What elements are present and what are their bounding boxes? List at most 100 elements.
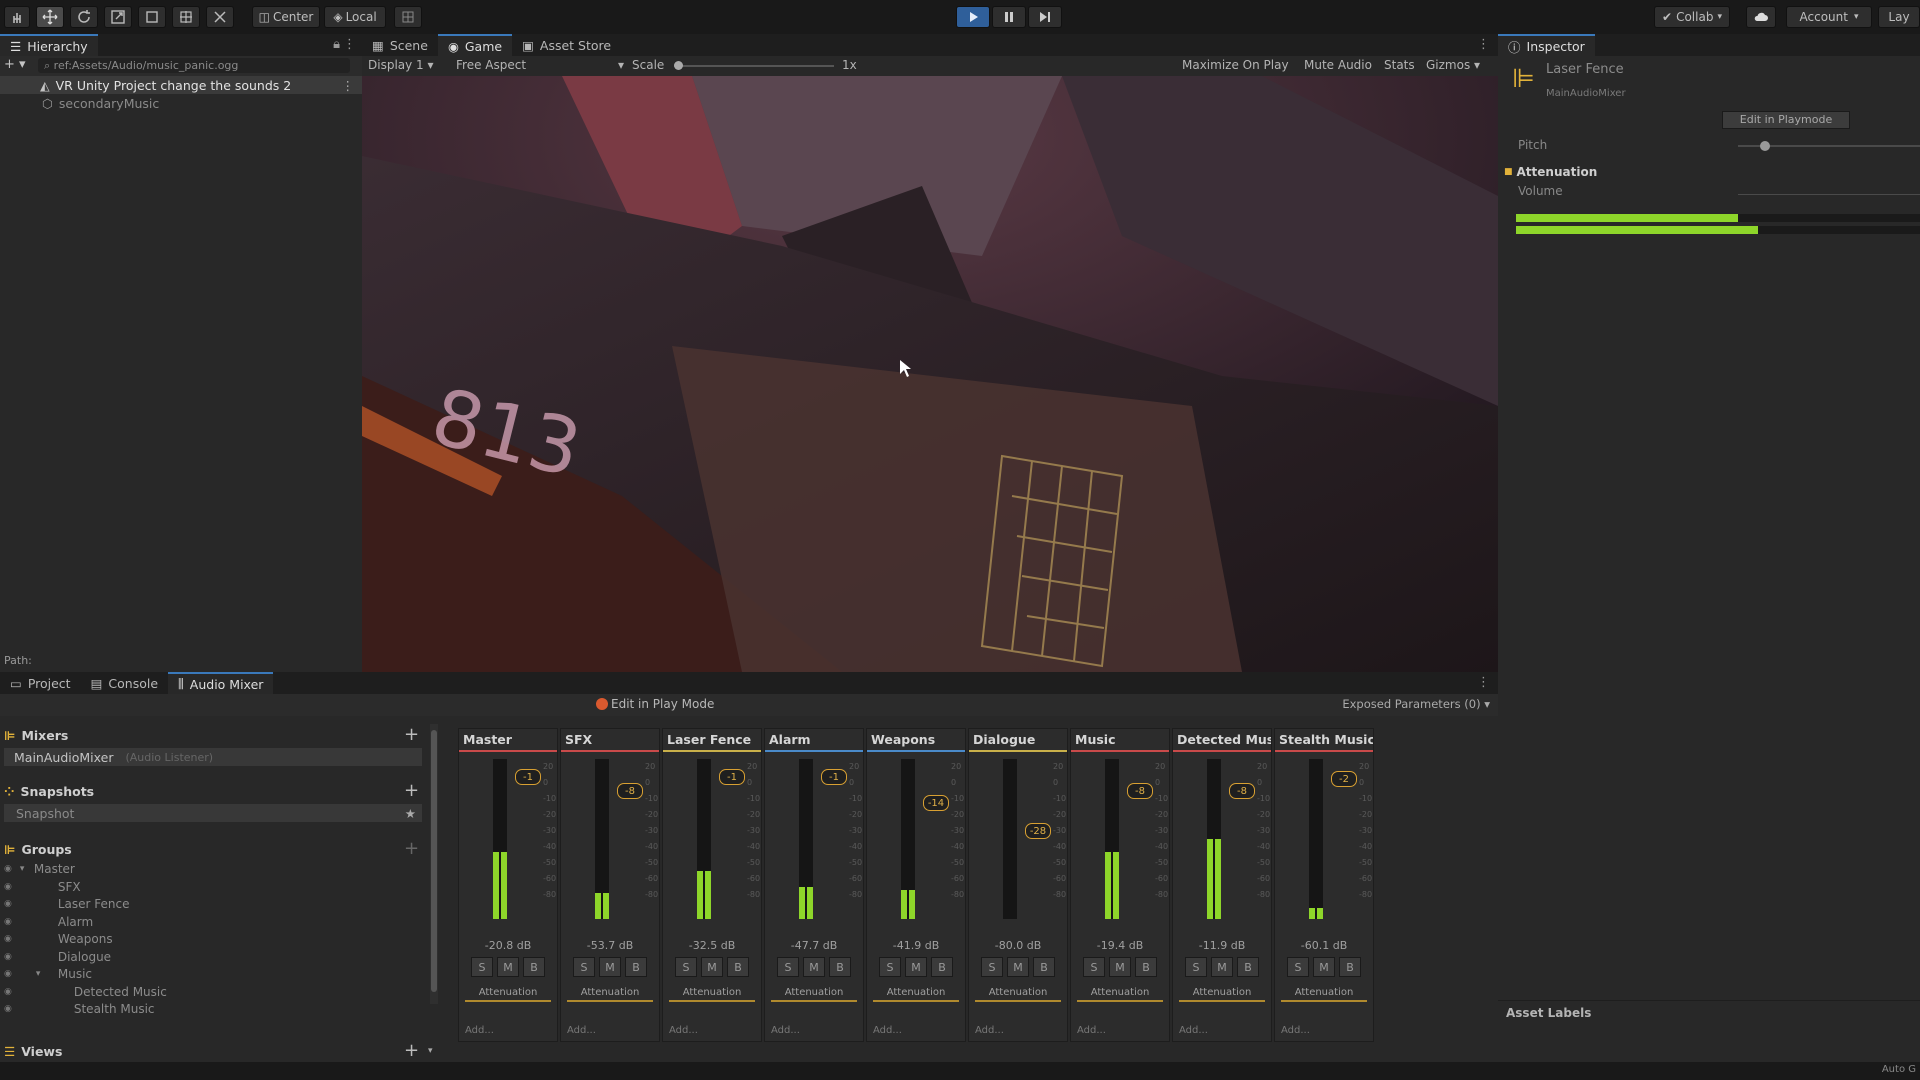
attenuation-header[interactable]: ■ Attenuation bbox=[1498, 162, 1920, 182]
add-mixer-button[interactable]: + bbox=[404, 726, 419, 744]
mixer-strip[interactable]: Weapons 20 0 -10 -20 -30 -40 -50 -60 -80 -14 -41.9 … bbox=[866, 728, 966, 1042]
mute-button[interactable]: M bbox=[497, 957, 519, 977]
group-item[interactable]: ◉ ▾ Master bbox=[0, 860, 420, 878]
kebab-menu-icon[interactable]: ⋮ bbox=[342, 78, 355, 93]
pitch-slider[interactable] bbox=[1738, 141, 1920, 151]
mixer-strip[interactable]: Laser Fence 20 0 -10 -20 -30 -40 -50 -60 -80 -1 -32… bbox=[662, 728, 762, 1042]
volume-fader-knob[interactable]: -8 bbox=[1127, 783, 1153, 799]
mixer-strip[interactable]: Music 20 0 -10 -20 -30 -40 -50 -60 -80 -8 -19.4 dB S… bbox=[1070, 728, 1170, 1042]
eye-icon[interactable]: ◉ bbox=[4, 969, 12, 979]
bypass-button[interactable]: B bbox=[829, 957, 851, 977]
solo-button[interactable]: S bbox=[1287, 957, 1309, 977]
add-effect-button[interactable]: Add... bbox=[1077, 1025, 1106, 1036]
kebab-menu-icon[interactable]: ⋮ bbox=[343, 37, 356, 52]
solo-button[interactable]: S bbox=[471, 957, 493, 977]
tab-hierarchy[interactable]: ☰ Hierarchy bbox=[0, 34, 98, 56]
mixer-strip[interactable]: Alarm 20 0 -10 -20 -30 -40 -50 -60 -80 -1 -47.7 dB S… bbox=[764, 728, 864, 1042]
add-effect-button[interactable]: Add... bbox=[669, 1025, 698, 1036]
bypass-button[interactable]: B bbox=[727, 957, 749, 977]
group-item[interactable]: ◉ Alarm bbox=[0, 913, 420, 931]
solo-button[interactable]: S bbox=[1083, 957, 1105, 977]
transform-tool-icon[interactable] bbox=[172, 6, 200, 28]
stats-toggle[interactable]: Stats bbox=[1384, 58, 1415, 72]
tab-scene[interactable]: ▦ Scene bbox=[362, 34, 438, 56]
eye-icon[interactable]: ◉ bbox=[4, 917, 12, 927]
pitch-slider-handle[interactable] bbox=[1760, 141, 1770, 151]
eye-icon[interactable]: ◉ bbox=[4, 952, 12, 962]
cloud-icon[interactable] bbox=[1746, 6, 1776, 28]
scale-slider[interactable] bbox=[674, 61, 834, 70]
star-icon[interactable]: ★ bbox=[405, 806, 416, 821]
lock-icon[interactable]: 🔒︎ bbox=[333, 37, 340, 52]
add-effect-button[interactable]: Add... bbox=[1281, 1025, 1310, 1036]
add-dropdown-icon[interactable]: + ▾ bbox=[4, 57, 26, 72]
kebab-menu-icon[interactable]: ⋮ bbox=[1477, 37, 1490, 52]
attenuation-effect[interactable]: Attenuation bbox=[975, 987, 1061, 1002]
solo-button[interactable]: S bbox=[879, 957, 901, 977]
bypass-button[interactable]: B bbox=[1237, 957, 1259, 977]
sidebar-scrollbar[interactable] bbox=[430, 724, 438, 1004]
scene-item[interactable]: ◭ VR Unity Project change the sounds 2 ⋮ bbox=[0, 76, 362, 94]
solo-button[interactable]: S bbox=[777, 957, 799, 977]
attenuation-effect[interactable]: Attenuation bbox=[465, 987, 551, 1002]
mute-button[interactable]: M bbox=[599, 957, 621, 977]
group-item[interactable]: ◉ SFX bbox=[0, 878, 420, 896]
eye-icon[interactable]: ◉ bbox=[4, 987, 12, 997]
scale-tool-icon[interactable] bbox=[104, 6, 132, 28]
solo-button[interactable]: S bbox=[1185, 957, 1207, 977]
attenuation-effect[interactable]: Attenuation bbox=[873, 987, 959, 1002]
mute-button[interactable]: M bbox=[905, 957, 927, 977]
game-viewport[interactable]: 813 bbox=[362, 76, 1498, 672]
pause-button[interactable] bbox=[992, 6, 1026, 28]
volume-slider[interactable] bbox=[1738, 194, 1920, 195]
edit-in-play-mode-toggle[interactable]: Edit in Play Mode bbox=[596, 697, 714, 711]
add-effect-button[interactable]: Add... bbox=[567, 1025, 596, 1036]
edit-in-playmode-button[interactable]: Edit in Playmode bbox=[1722, 111, 1850, 129]
attenuation-effect[interactable]: Attenuation bbox=[1179, 987, 1265, 1002]
add-effect-button[interactable]: Add... bbox=[771, 1025, 800, 1036]
tab-asset-store[interactable]: ▣ Asset Store bbox=[512, 34, 621, 56]
hierarchy-search-input[interactable]: ⌕ ref:Assets/Audio/music_panic.ogg bbox=[38, 58, 350, 73]
expand-arrow-icon[interactable]: ▾ bbox=[20, 864, 32, 874]
tab-project[interactable]: ▭ Project bbox=[0, 672, 81, 694]
tab-audio-mixer[interactable]: ⫼ Audio Mixer bbox=[168, 672, 274, 694]
eye-icon[interactable]: ◉ bbox=[4, 882, 12, 892]
mute-button[interactable]: M bbox=[1313, 957, 1335, 977]
tab-game[interactable]: ◉ Game bbox=[437, 34, 513, 56]
volume-fader-knob[interactable]: -1 bbox=[515, 769, 541, 785]
add-effect-button[interactable]: Add... bbox=[873, 1025, 902, 1036]
mute-audio-toggle[interactable]: Mute Audio bbox=[1304, 58, 1372, 72]
mixer-strip[interactable]: Stealth Music 20 0 -10 -20 -30 -40 -50 -60 -80 -2 -… bbox=[1274, 728, 1374, 1042]
add-view-button[interactable]: + bbox=[404, 1042, 419, 1060]
mixer-item[interactable]: MainAudioMixer (Audio Listener) bbox=[4, 748, 422, 766]
group-item[interactable]: ◉ Stealth Music bbox=[0, 1000, 420, 1018]
display-dropdown[interactable]: Display 1 ▾ bbox=[368, 58, 434, 72]
bypass-button[interactable]: B bbox=[1135, 957, 1157, 977]
bypass-button[interactable]: B bbox=[1339, 957, 1361, 977]
aspect-dropdown[interactable]: Free Aspect ▾ bbox=[456, 58, 624, 72]
rect-tool-icon[interactable] bbox=[138, 6, 166, 28]
bypass-button[interactable]: B bbox=[931, 957, 953, 977]
hand-tool-icon[interactable] bbox=[4, 6, 30, 28]
group-item[interactable]: ◉ Laser Fence bbox=[0, 895, 420, 913]
solo-button[interactable]: S bbox=[675, 957, 697, 977]
volume-fader-knob[interactable]: -8 bbox=[1229, 783, 1255, 799]
attenuation-effect[interactable]: Attenuation bbox=[771, 987, 857, 1002]
list-item-secondary-music[interactable]: ⬡ secondaryMusic bbox=[0, 94, 362, 112]
pivot-center-toggle[interactable]: ◫ Center bbox=[252, 6, 320, 28]
eye-icon[interactable]: ◉ bbox=[4, 934, 12, 944]
expand-arrow-icon[interactable]: ▾ bbox=[36, 969, 48, 979]
eye-icon[interactable]: ◉ bbox=[4, 899, 12, 909]
mixer-strip[interactable]: Dialogue 20 0 -10 -20 -30 -40 -50 -60 -80 -28 -80.0… bbox=[968, 728, 1068, 1042]
add-effect-button[interactable]: Add... bbox=[1179, 1025, 1208, 1036]
mixer-strip[interactable]: Detected Mus 20 0 -10 -20 -30 -40 -50 -60 -80 -8 -1… bbox=[1172, 728, 1272, 1042]
add-effect-button[interactable]: Add... bbox=[975, 1025, 1004, 1036]
eye-icon[interactable]: ◉ bbox=[4, 864, 12, 874]
group-item[interactable]: ◉ Weapons bbox=[0, 930, 420, 948]
move-tool-icon[interactable] bbox=[36, 6, 64, 28]
custom-tool-icon[interactable] bbox=[206, 6, 234, 28]
attenuation-effect[interactable]: Attenuation bbox=[1281, 987, 1367, 1002]
kebab-menu-icon[interactable]: ⋮ bbox=[1477, 675, 1490, 690]
volume-fader-knob[interactable]: -8 bbox=[617, 783, 643, 799]
solo-button[interactable]: S bbox=[573, 957, 595, 977]
